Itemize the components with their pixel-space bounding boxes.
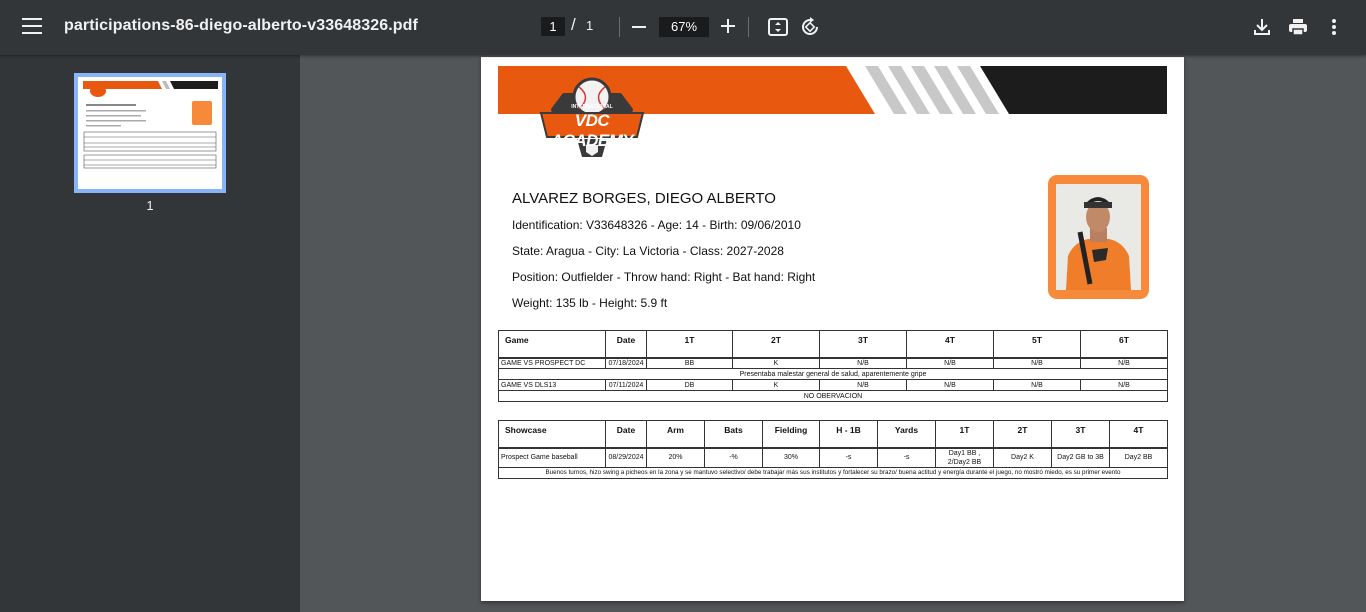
toolbar-divider [619, 17, 620, 37]
games-header-cell: 1T [646, 330, 733, 358]
game-result-cell: BB [646, 357, 733, 369]
showcase-date-cell: 08/29/2024 [605, 447, 647, 468]
pdf-page: INTERNACIONAL VDC ACADEMY ALVAREZ BORGES… [481, 57, 1184, 601]
player-photo-frame [1048, 175, 1149, 299]
player-position: Position: Outfielder - Throw hand: Right… [512, 270, 816, 284]
fit-to-page-icon [768, 18, 788, 36]
games-table: Game Date 1T 2T 3T 4T 5T 6T GAME VS PROS… [498, 330, 1168, 402]
games-header-cell: 6T [1080, 330, 1168, 358]
game-result-cell: K [732, 357, 820, 369]
showcase-value-cell: Day1 BB , 2/Day2 BB [935, 447, 994, 468]
table-row-note: Presentaba malestar general de salud, ap… [498, 368, 1168, 380]
logo-text: VDC ACADEMY [550, 111, 634, 150]
games-header-cell: 5T [993, 330, 1081, 358]
showcase-header-cell: Arm [646, 420, 705, 448]
logo-subtext: INTERNACIONAL [571, 104, 613, 110]
showcase-value-cell: 30% [762, 447, 820, 468]
showcase-header-cell: 3T [1051, 420, 1110, 448]
game-result-cell: K [732, 379, 820, 391]
showcase-value-cell: Day2 BB [1109, 447, 1168, 468]
game-result-cell: N/B [906, 379, 994, 391]
rotate-icon [802, 17, 818, 35]
player-photo [1056, 184, 1141, 290]
showcase-value-cell: -s [877, 447, 936, 468]
showcase-header-cell: Date [605, 420, 647, 448]
table-row: Prospect Game baseball 08/29/2024 20% -%… [498, 447, 1168, 468]
menu-icon[interactable] [22, 18, 42, 36]
game-name-cell: GAME VS DLS13 [498, 379, 606, 391]
zoom-in-button[interactable] [721, 19, 735, 38]
game-date-cell: 07/18/2024 [605, 357, 647, 369]
vdc-academy-logo: INTERNACIONAL VDC ACADEMY [533, 73, 651, 165]
download-button[interactable] [1254, 18, 1270, 41]
game-result-cell: N/B [819, 379, 907, 391]
showcase-table: Showcase Date Arm Bats Fielding H - 1B Y… [498, 420, 1168, 479]
games-header-cell: 3T [819, 330, 907, 358]
showcase-header-cell: Showcase [498, 420, 606, 448]
showcase-header-cell: 2T [993, 420, 1052, 448]
games-header-cell: Game [498, 330, 606, 358]
game-result-cell: N/B [1080, 379, 1168, 391]
zoom-input[interactable]: 67% [659, 17, 709, 37]
page-number-input[interactable]: 1 [541, 17, 565, 36]
games-header-cell: 4T [906, 330, 994, 358]
showcase-value-cell: -s [819, 447, 878, 468]
player-name: ALVAREZ BORGES, DIEGO ALBERTO [512, 190, 776, 207]
player-measures: Weight: 135 lb - Height: 5.9 ft [512, 296, 668, 310]
showcase-name-cell: Prospect Game baseball [498, 447, 606, 468]
showcase-table-header: Showcase Date Arm Bats Fielding H - 1B Y… [498, 420, 1168, 448]
game-note-cell: NO OBERVACION [498, 390, 1168, 402]
rotate-button[interactable] [800, 17, 820, 42]
player-identification: Identification: V33648326 - Age: 14 - Bi… [512, 218, 801, 232]
file-title: participations-86-diego-alberto-v3364832… [64, 17, 418, 34]
more-actions-button[interactable] [1331, 18, 1337, 41]
zoom-out-button[interactable] [632, 18, 646, 41]
showcase-header-cell: 4T [1109, 420, 1168, 448]
game-result-cell: N/B [1080, 357, 1168, 369]
showcase-header-cell: H - 1B [819, 420, 878, 448]
game-name-cell: GAME VS PROSPECT DC [498, 357, 606, 369]
table-row-note: NO OBERVACION [498, 390, 1168, 402]
more-vert-icon [1332, 19, 1336, 35]
download-icon [1254, 19, 1270, 35]
showcase-header-cell: 1T [935, 420, 994, 448]
toolbar-divider [748, 17, 749, 37]
games-header-cell: Date [605, 330, 647, 358]
showcase-note-cell: Buenos turnos, hizo swing a picheos en l… [498, 466, 1168, 479]
game-result-cell: N/B [993, 379, 1081, 391]
pdf-toolbar: participations-86-diego-alberto-v3364832… [0, 0, 1366, 55]
page-total: 1 [586, 18, 594, 33]
showcase-value-cell: Day2 K [993, 447, 1052, 468]
game-result-cell: N/B [993, 357, 1081, 369]
table-row: GAME VS PROSPECT DC 07/18/2024 BB K N/B … [498, 357, 1168, 369]
page-thumbnail[interactable] [74, 73, 226, 193]
showcase-header-cell: Bats [704, 420, 763, 448]
fit-page-button[interactable] [768, 18, 788, 41]
game-result-cell: DB [646, 379, 733, 391]
game-date-cell: 07/11/2024 [605, 379, 647, 391]
minus-icon [632, 26, 646, 28]
thumbnail-sidebar: 1 [0, 55, 300, 612]
print-icon [1289, 19, 1307, 36]
page-separator: / [571, 15, 576, 34]
page-thumbnail-preview [78, 77, 222, 189]
showcase-value-cell: 20% [646, 447, 705, 468]
game-result-cell: N/B [819, 357, 907, 369]
thumbnail-page-label: 1 [146, 198, 154, 213]
showcase-header-cell: Fielding [762, 420, 820, 448]
showcase-value-cell: -% [704, 447, 763, 468]
print-button[interactable] [1289, 18, 1307, 41]
plus-icon [721, 19, 735, 33]
table-row-note: Buenos turnos, hizo swing a picheos en l… [498, 466, 1168, 479]
player-location: State: Aragua - City: La Victoria - Clas… [512, 244, 784, 258]
games-header-cell: 2T [732, 330, 820, 358]
showcase-header-cell: Yards [877, 420, 936, 448]
game-note-cell: Presentaba malestar general de salud, ap… [498, 368, 1168, 380]
table-row: GAME VS DLS13 07/11/2024 DB K N/B N/B N/… [498, 379, 1168, 391]
game-result-cell: N/B [906, 357, 994, 369]
showcase-value-cell: Day2 GB to 3B [1051, 447, 1110, 468]
games-table-header: Game Date 1T 2T 3T 4T 5T 6T [498, 330, 1168, 358]
